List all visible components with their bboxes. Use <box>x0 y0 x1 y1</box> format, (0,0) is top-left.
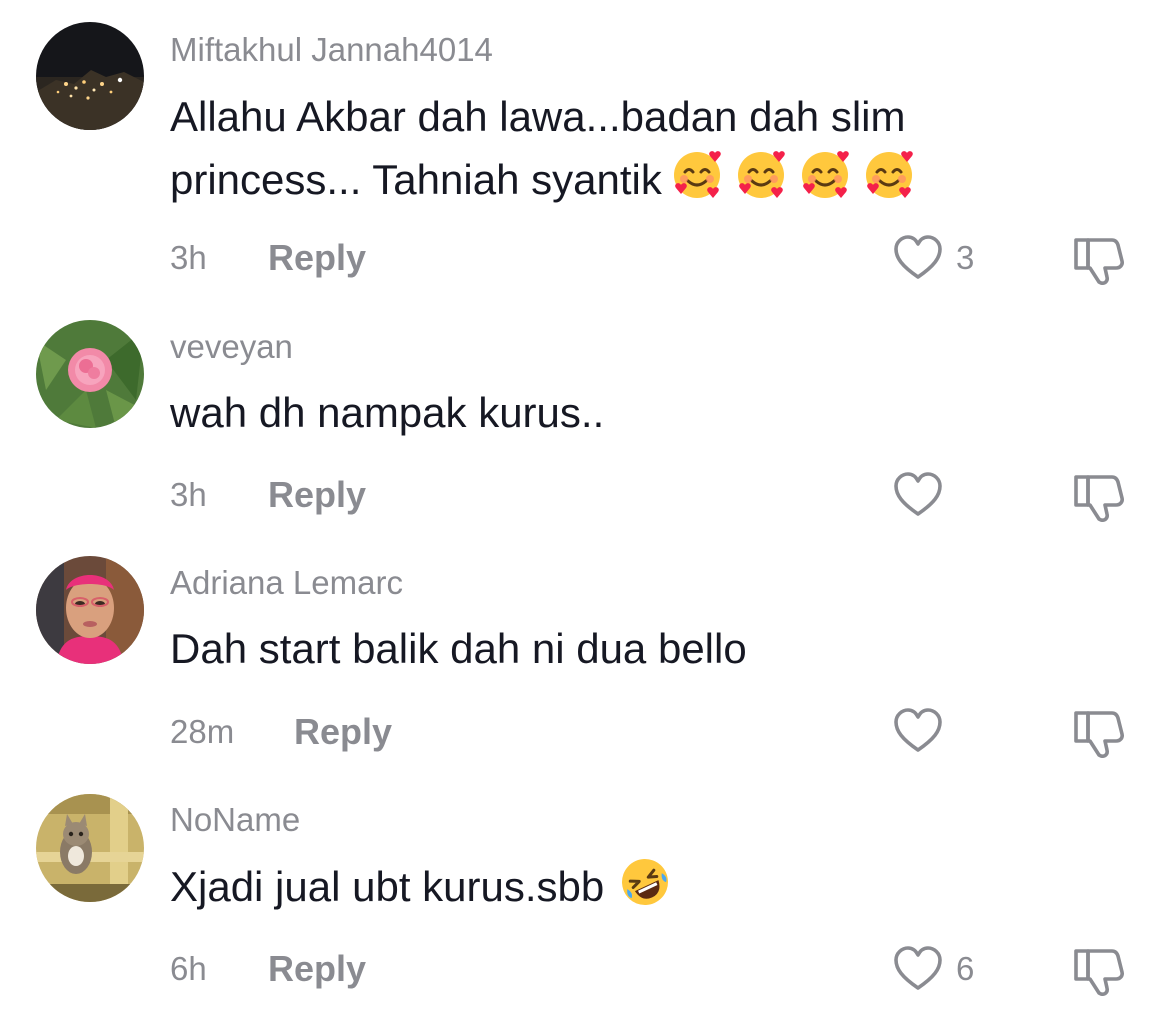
avatar[interactable] <box>36 22 144 130</box>
like-count: 6 <box>956 950 975 987</box>
comment-time: 28m <box>170 713 235 750</box>
avatar[interactable] <box>36 794 144 902</box>
heart-outline-icon <box>894 235 942 279</box>
heart-outline-icon <box>894 472 942 516</box>
smiling-face-with-hearts-emoji <box>798 148 852 202</box>
rolling-on-floor-laughing-emoji <box>618 855 672 909</box>
comment-time: 3h <box>170 239 207 276</box>
smiling-face-with-hearts-emoji <box>734 148 788 202</box>
thumbs-down-icon <box>1074 238 1124 285</box>
thumbs-down-icon <box>1074 949 1124 996</box>
like-button[interactable]: 6 <box>892 943 992 997</box>
smiling-face-with-hearts-emoji <box>862 148 916 202</box>
comment-time: 6h <box>170 950 207 987</box>
comment-text-content: wah dh nampak kurus.. <box>170 389 605 436</box>
comment-username[interactable]: NoName <box>170 800 300 840</box>
comment-text: Xjadi jual ubt kurus.sbb <box>170 855 1050 918</box>
heart-outline-icon <box>894 946 942 990</box>
like-button[interactable] <box>892 705 992 759</box>
avatar[interactable] <box>36 320 144 428</box>
thumbs-down-icon <box>1074 711 1124 758</box>
dislike-button[interactable] <box>1070 705 1126 761</box>
smiling-face-with-hearts-emoji <box>670 148 724 202</box>
dislike-button[interactable] <box>1070 469 1126 525</box>
comment-time: 3h <box>170 476 207 513</box>
comment-text: Dah start balik dah ni dua bello <box>170 618 1050 680</box>
comment-text: wah dh nampak kurus.. <box>170 382 1050 444</box>
avatar[interactable] <box>36 556 144 664</box>
reply-button[interactable]: Reply <box>294 712 392 752</box>
like-count: 3 <box>956 239 975 276</box>
comment-text-content: Dah start balik dah ni dua bello <box>170 625 747 672</box>
like-button[interactable] <box>892 469 992 523</box>
reply-button[interactable]: Reply <box>268 475 366 515</box>
thumbs-down-icon <box>1074 475 1124 522</box>
comment-text: Allahu Akbar dah lawa...badan dah slim p… <box>170 86 1050 211</box>
comment-username[interactable]: Adriana Lemarc <box>170 563 403 603</box>
comment-text-content: Allahu Akbar dah lawa...badan dah slim p… <box>170 93 906 203</box>
heart-outline-icon <box>894 708 942 752</box>
dislike-button[interactable] <box>1070 232 1126 288</box>
like-button[interactable]: 3 <box>892 232 992 286</box>
comment-username[interactable]: veveyan <box>170 327 293 367</box>
dislike-button[interactable] <box>1070 943 1126 999</box>
reply-button[interactable]: Reply <box>268 949 366 989</box>
comment-text-content: Xjadi jual ubt kurus.sbb <box>170 863 605 910</box>
reply-button[interactable]: Reply <box>268 238 366 278</box>
comment-username[interactable]: Miftakhul Jannah4014 <box>170 30 493 70</box>
